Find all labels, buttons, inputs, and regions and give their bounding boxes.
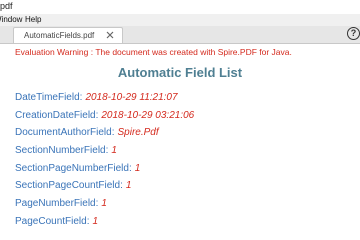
field-row: SectionNumberField: 1 bbox=[15, 145, 117, 156]
field-name: DateTimeField: bbox=[15, 92, 83, 103]
field-name: PageNumberField: bbox=[15, 198, 99, 209]
field-name: CreationDateField: bbox=[15, 110, 99, 121]
window-title: pdf bbox=[0, 1, 13, 11]
field-name: SectionPageNumberField: bbox=[15, 163, 132, 174]
field-value: 2018-10-29 03:21:06 bbox=[101, 110, 195, 121]
field-value: 1 bbox=[101, 198, 107, 209]
field-row: SectionPageCountField: 1 bbox=[15, 180, 131, 191]
field-row: SectionPageNumberField: 1 bbox=[15, 163, 140, 174]
field-name: DocumentAuthorField: bbox=[15, 127, 115, 138]
field-value: 1 bbox=[92, 216, 99, 227]
tab-label: AutomaticFields.pdf bbox=[24, 31, 95, 40]
field-row: PageNumberField: 1 bbox=[15, 198, 107, 209]
field-name: SectionNumberField: bbox=[15, 145, 109, 156]
menu-bar: Window Help bbox=[0, 14, 360, 26]
document-page: Evaluation Warning : The document was cr… bbox=[0, 44, 360, 240]
field-row: PageCountField: 1 bbox=[15, 216, 98, 227]
field-value: 1 bbox=[134, 163, 141, 174]
field-value: 1 bbox=[125, 180, 132, 191]
field-row: CreationDateField: 2018-10-29 03:21:06 bbox=[15, 110, 194, 121]
help-icon[interactable]: ? bbox=[347, 27, 360, 40]
tab-document[interactable]: AutomaticFields.pdf bbox=[13, 27, 123, 43]
menu-window[interactable]: Window bbox=[0, 14, 22, 26]
document-title: Automatic Field List bbox=[117, 65, 243, 80]
field-name: SectionPageCountField: bbox=[15, 180, 123, 191]
field-row: DocumentAuthorField: Spire.Pdf bbox=[15, 127, 159, 138]
close-icon[interactable] bbox=[106, 31, 114, 39]
tab-bar: AutomaticFields.pdf ? bbox=[0, 26, 360, 44]
field-row: DateTimeField: 2018-10-29 11:21:07 bbox=[15, 92, 178, 103]
field-value: 2018-10-29 11:21:07 bbox=[85, 92, 178, 103]
evaluation-warning: Evaluation Warning : The document was cr… bbox=[15, 47, 292, 57]
title-bar: pdf bbox=[0, 0, 360, 14]
field-name: PageCountField: bbox=[15, 216, 90, 227]
field-value: Spire.Pdf bbox=[117, 127, 159, 138]
menu-help[interactable]: Help bbox=[25, 14, 41, 26]
field-value: 1 bbox=[111, 145, 117, 156]
